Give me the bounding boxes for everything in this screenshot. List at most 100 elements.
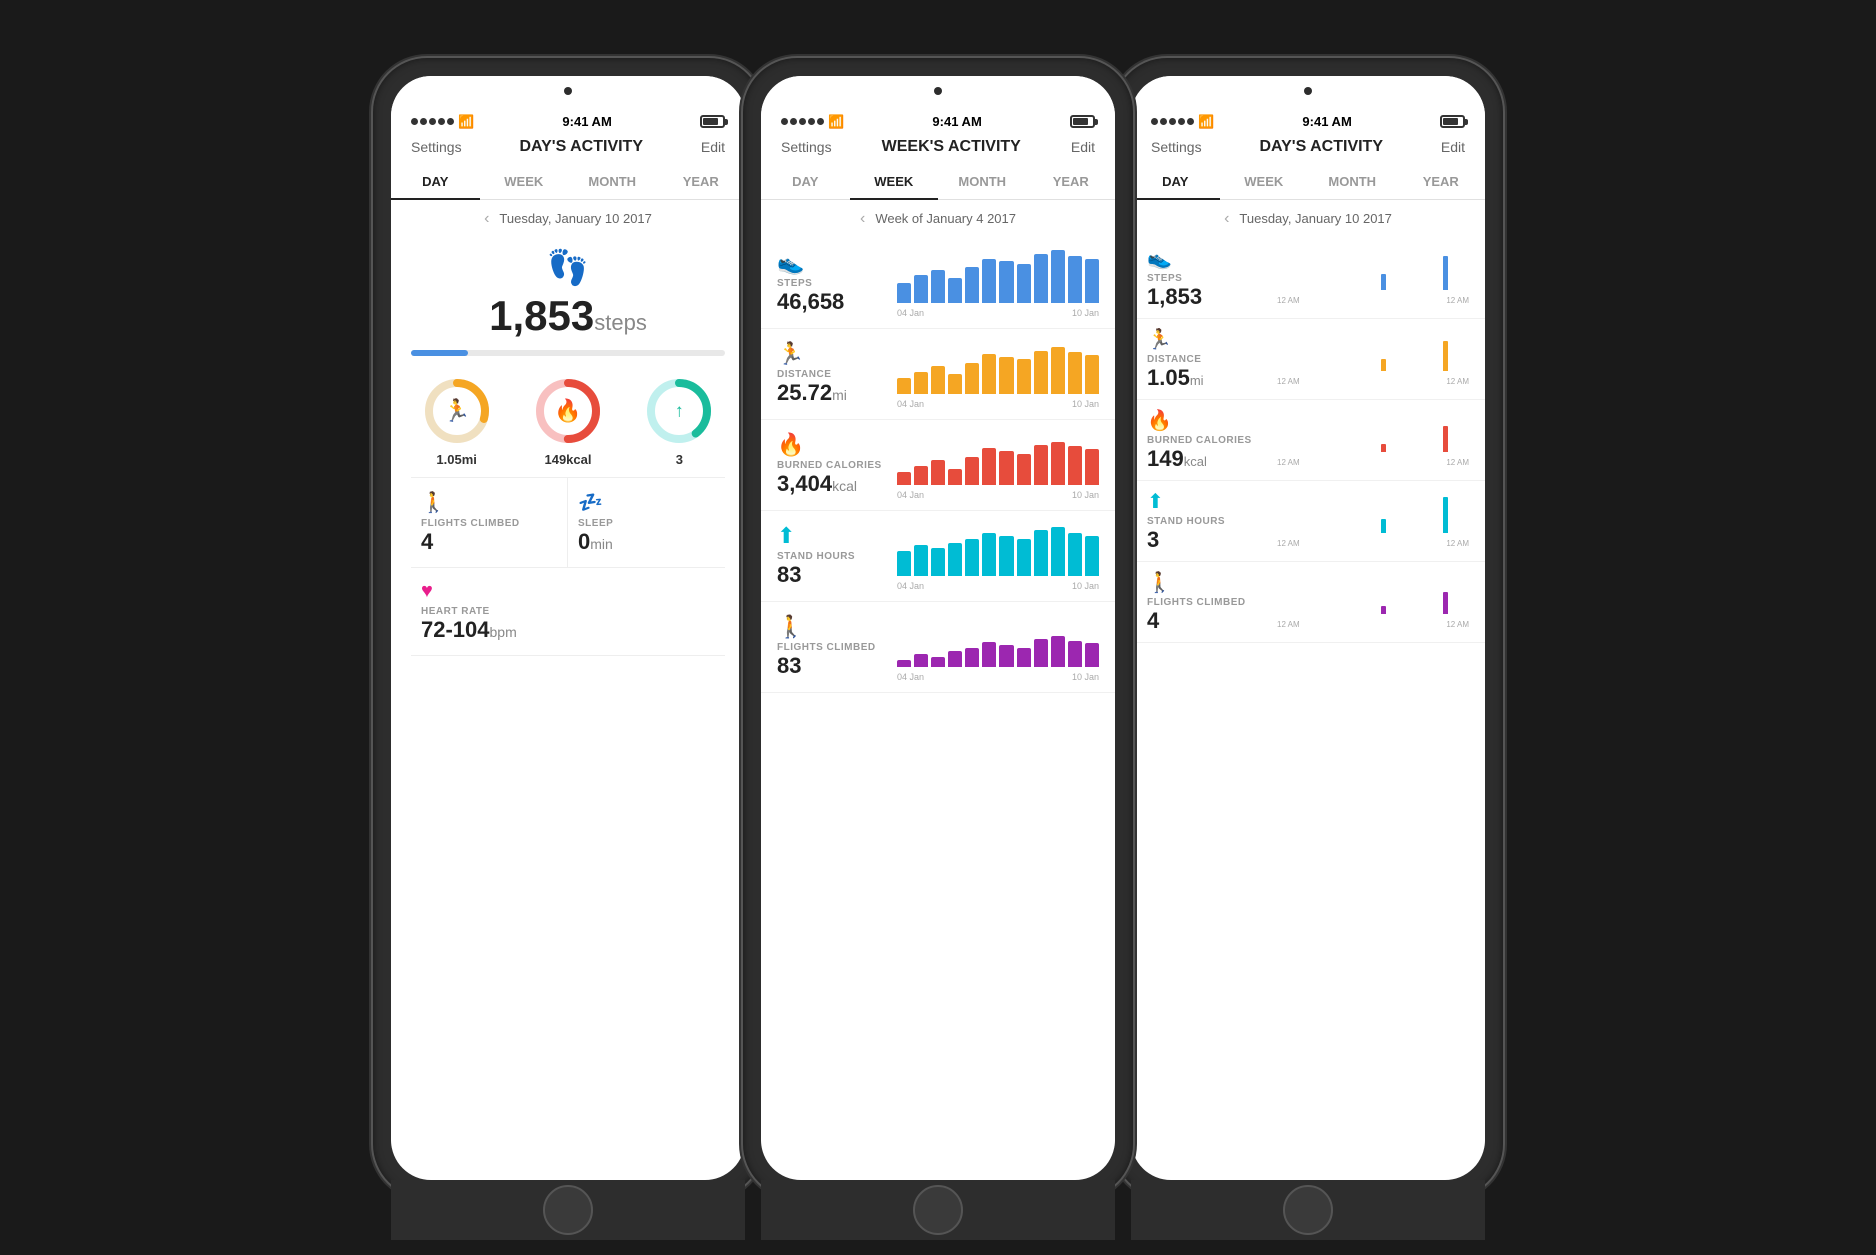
calories-day-chart-3: 12 AM12 AM	[1277, 412, 1469, 467]
stat-flights-1: 🚶 FLIGHTS CLIMBED 4	[411, 478, 568, 568]
calories-chart-labels-2: 04 Jan10 Jan	[897, 490, 1099, 500]
nav-edit-3[interactable]: Edit	[1441, 139, 1465, 155]
distance-day-labels-3: 12 AM12 AM	[1277, 377, 1469, 386]
distance-chart-labels-2: 04 Jan10 Jan	[897, 399, 1099, 409]
tab-week-1[interactable]: WEEK	[480, 164, 569, 199]
status-right-1	[700, 115, 725, 128]
home-button-1[interactable]	[543, 1185, 593, 1235]
nav-title-1: DAY'S ACTIVITY	[519, 138, 643, 156]
status-bar-2: 📶 9:41 AM	[761, 106, 1115, 134]
camera-area-2	[761, 76, 1115, 106]
calories-icon-2: 🔥	[777, 432, 897, 458]
nav-bar-1: Settings DAY'S ACTIVITY Edit	[391, 134, 745, 164]
tab-week-3[interactable]: WEEK	[1220, 164, 1309, 199]
day-list-3: 👟 STEPS 1,853 12 AM12	[1131, 238, 1485, 1180]
distance-label-3: DISTANCE	[1147, 354, 1277, 365]
date-row-3: ‹ Tuesday, January 10 2017	[1131, 200, 1485, 238]
flights-day-chart-3: 12 AM12 AM	[1277, 574, 1469, 629]
tab-month-3[interactable]: MONTH	[1308, 164, 1397, 199]
distance-chart-2: 04 Jan10 Jan	[897, 339, 1099, 409]
status-left-2: 📶	[781, 114, 844, 130]
nav-settings-2[interactable]: Settings	[781, 139, 832, 155]
ring-calories-label-1: 149kcal	[544, 452, 591, 467]
camera-dot-2	[934, 87, 942, 95]
date-label-3: Tuesday, January 10 2017	[1239, 211, 1392, 226]
run-icon-1: 🏃	[443, 398, 470, 424]
week-row-stand-2: ⬆ STAND HOURS 83	[761, 511, 1115, 602]
phone-1: 📶 9:41 AM Settings DAY'S ACTIVITY Edit D…	[373, 58, 763, 1198]
ring-distance-circle: 🏃	[422, 376, 492, 446]
stand-icon-3: ⬆	[1147, 489, 1277, 514]
status-left-1: 📶	[411, 114, 474, 130]
prev-date-1[interactable]: ‹	[484, 210, 489, 228]
status-bar-1: 📶 9:41 AM	[391, 106, 745, 134]
flights-chart-labels-2: 04 Jan10 Jan	[897, 672, 1099, 682]
status-right-2	[1070, 115, 1095, 128]
stats-grid-1: 🚶 FLIGHTS CLIMBED 4 💤 SLEEP 0min ♥ HEART…	[411, 477, 725, 656]
phone1-content: 👣 1,853steps	[391, 238, 745, 1180]
tabs-3: DAY WEEK MONTH YEAR	[1131, 164, 1485, 200]
stat-heart-1: ♥ HEART RATE 72-104bpm	[411, 568, 725, 656]
distance-icon-3: 🏃	[1147, 327, 1277, 352]
steps-day-chart-3: 12 AM12 AM	[1277, 250, 1469, 305]
calories-value-2: 3,404kcal	[777, 471, 897, 497]
stand-chart-labels-2: 04 Jan10 Jan	[897, 581, 1099, 591]
ring-calories-1: 🔥 149kcal	[533, 376, 603, 467]
time-2: 9:41 AM	[932, 114, 981, 129]
tab-month-1[interactable]: MONTH	[568, 164, 657, 199]
day-row-calories-3: 🔥 BURNED CALORIES 149kcal	[1131, 400, 1485, 481]
heart-value-1: 72-104bpm	[421, 617, 715, 643]
tab-year-2[interactable]: YEAR	[1027, 164, 1116, 199]
wifi-icon-1: 📶	[458, 114, 474, 130]
wifi-icon-3: 📶	[1198, 114, 1214, 130]
prev-date-2[interactable]: ‹	[860, 210, 865, 228]
flights-icon-2: 🚶	[777, 614, 897, 640]
status-right-3	[1440, 115, 1465, 128]
camera-dot-3	[1304, 87, 1312, 95]
calories-icon-3: 🔥	[1147, 408, 1277, 433]
nav-edit-2[interactable]: Edit	[1071, 139, 1095, 155]
date-label-2: Week of January 4 2017	[875, 211, 1016, 226]
steps-label-2: STEPS	[777, 278, 897, 289]
prev-date-3[interactable]: ‹	[1224, 210, 1229, 228]
flights-value-3: 4	[1147, 608, 1277, 634]
stand-chart-2: 04 Jan10 Jan	[897, 521, 1099, 591]
date-label-1: Tuesday, January 10 2017	[499, 211, 652, 226]
day-row-steps-3: 👟 STEPS 1,853 12 AM12	[1131, 238, 1485, 319]
stand-label-3: STAND HOURS	[1147, 516, 1277, 527]
tab-day-3[interactable]: DAY	[1131, 164, 1220, 199]
home-button-3[interactable]	[1283, 1185, 1333, 1235]
tab-day-1[interactable]: DAY	[391, 164, 480, 199]
tab-day-2[interactable]: DAY	[761, 164, 850, 199]
hero-section-1: 👣 1,853steps	[391, 238, 745, 366]
nav-title-3: DAY'S ACTIVITY	[1259, 138, 1383, 156]
flights-chart-2: 04 Jan10 Jan	[897, 612, 1099, 682]
distance-value-3: 1.05mi	[1147, 365, 1277, 391]
flights-icon-3: 🚶	[1147, 570, 1277, 595]
nav-edit-1[interactable]: Edit	[701, 139, 725, 155]
tab-year-1[interactable]: YEAR	[657, 164, 746, 199]
steps-chart-2: 04 Jan10 Jan	[897, 248, 1099, 318]
week-row-steps-2: 👟 STEPS 46,658	[761, 238, 1115, 329]
heart-label-1: HEART RATE	[421, 606, 715, 617]
tab-month-2[interactable]: MONTH	[938, 164, 1027, 199]
battery-2	[1070, 115, 1095, 128]
ring-calories-circle: 🔥	[533, 376, 603, 446]
nav-settings-1[interactable]: Settings	[411, 139, 462, 155]
home-area-2	[761, 1180, 1115, 1240]
ring-stand-circle: ↑	[644, 376, 714, 446]
signal-dots-3	[1151, 118, 1194, 125]
camera-area-3	[1131, 76, 1485, 106]
home-button-2[interactable]	[913, 1185, 963, 1235]
tab-year-3[interactable]: YEAR	[1397, 164, 1486, 199]
phone-3: 📶 9:41 AM Settings DAY'S ACTIVITY Edit D…	[1113, 58, 1503, 1198]
steps-count-1: 1,853steps	[489, 292, 647, 340]
week-list-2: 👟 STEPS 46,658	[761, 238, 1115, 1180]
home-area-3	[1131, 1180, 1485, 1240]
nav-settings-3[interactable]: Settings	[1151, 139, 1202, 155]
progress-fill-1	[411, 350, 468, 356]
time-3: 9:41 AM	[1302, 114, 1351, 129]
ring-stand-1: ↑ 3	[644, 376, 714, 467]
tab-week-2[interactable]: WEEK	[850, 164, 939, 199]
home-area-1	[391, 1180, 745, 1240]
